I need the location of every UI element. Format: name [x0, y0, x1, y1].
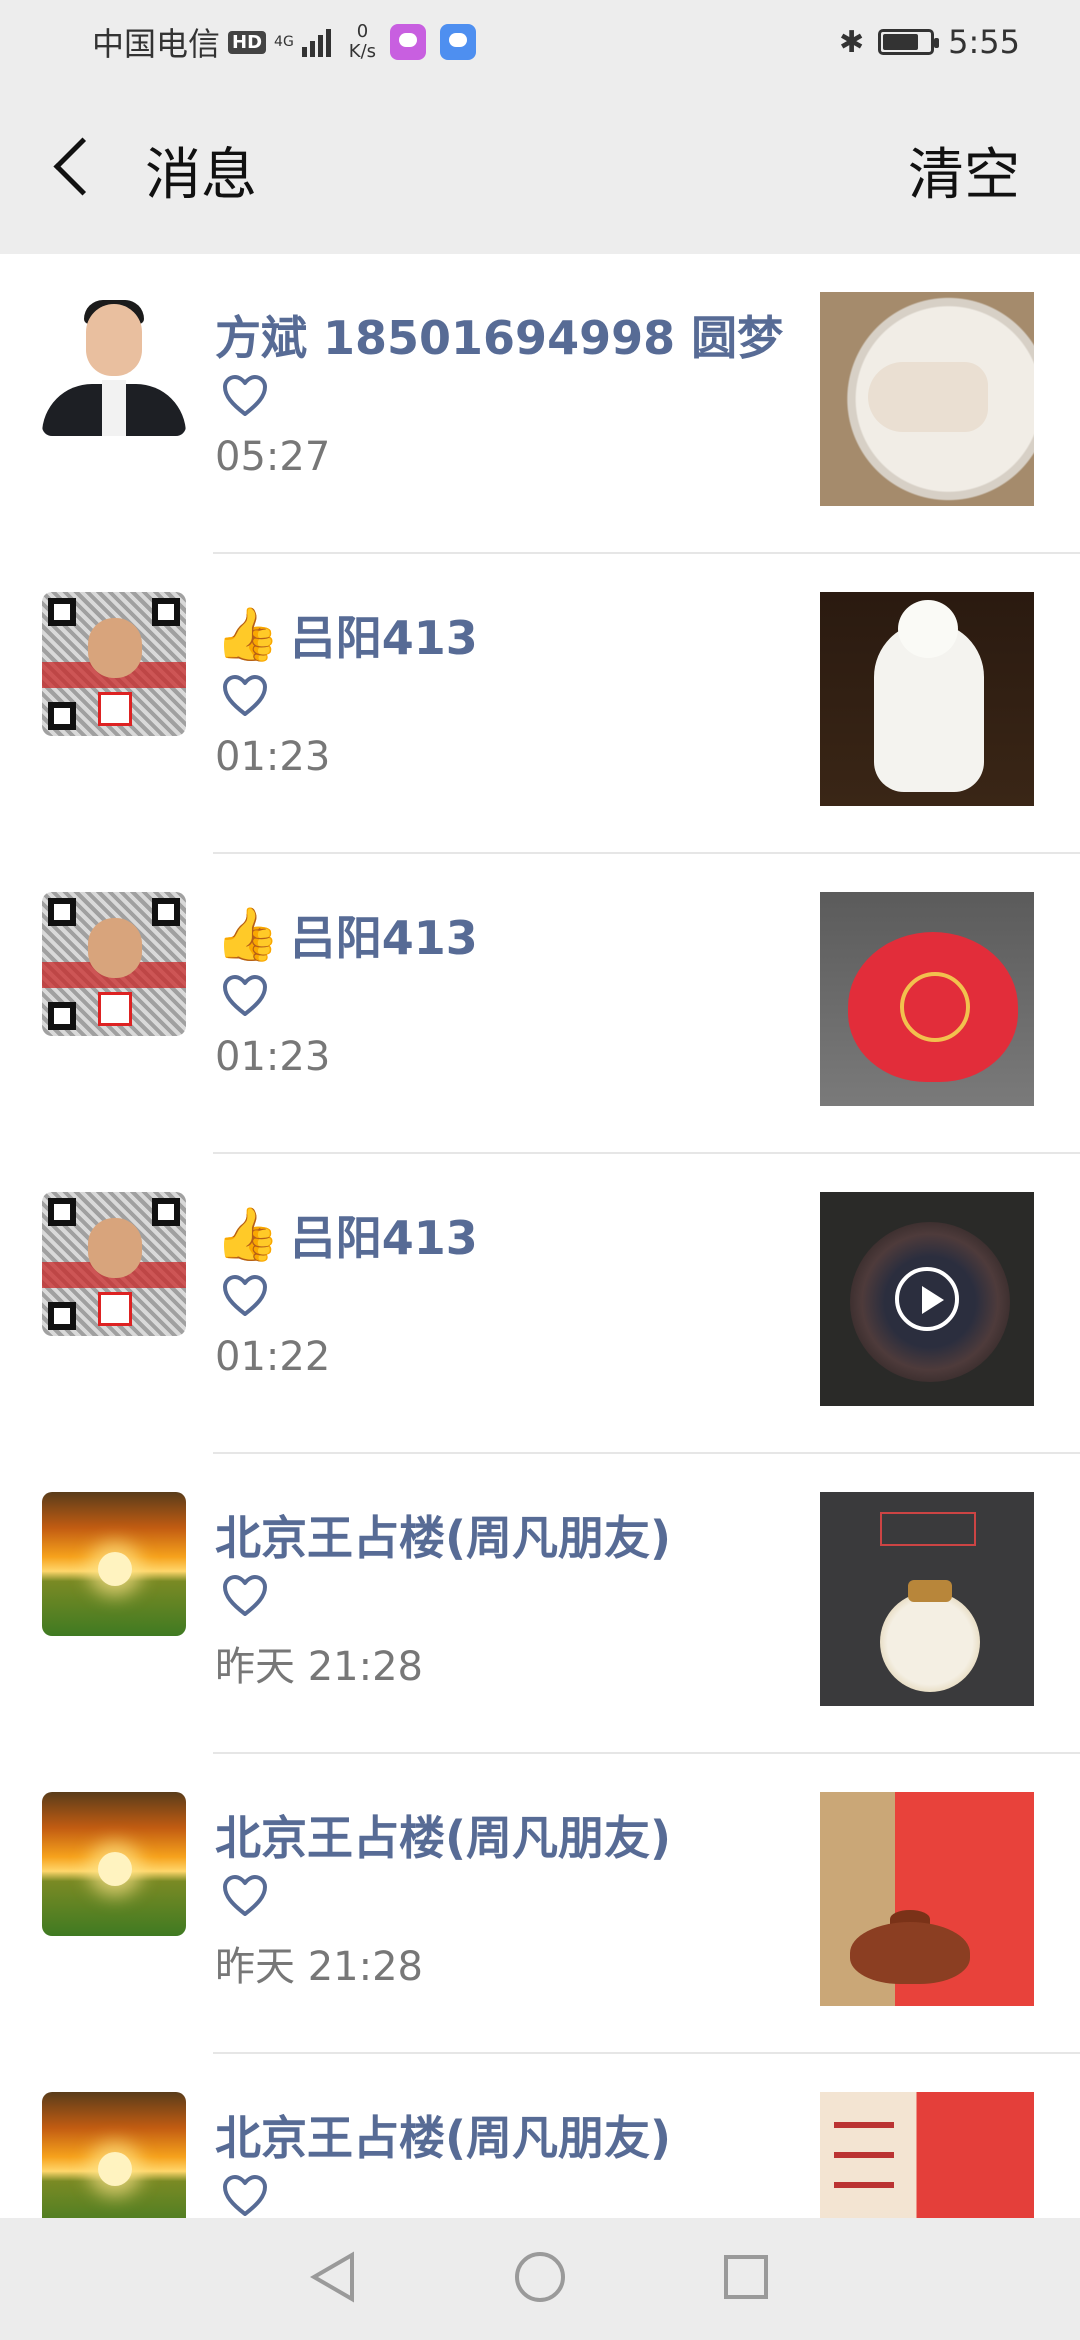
status-right: ✱ 5:55: [839, 23, 1020, 61]
carrier-label: 中国电信: [92, 25, 221, 63]
red-tea-cup-thumbnail[interactable]: [820, 892, 1034, 1106]
triangle-back-icon: [310, 2251, 354, 2303]
message-time: 05:27: [215, 434, 331, 480]
circle-home-icon: [515, 2252, 565, 2302]
heart-outline-icon: [222, 1574, 268, 1618]
hd-badge: HD: [228, 30, 267, 54]
back-button[interactable]: [44, 134, 104, 204]
message-row[interactable]: 👍 吕阳413 01:23: [0, 554, 1080, 854]
page-title: 消息: [145, 143, 257, 208]
message-row[interactable]: 👍 吕阳413 01:22: [0, 1154, 1080, 1454]
message-time: 01:23: [215, 1034, 331, 1080]
message-time: 昨天 21:28: [215, 1644, 423, 1690]
heart-outline-icon: [222, 1874, 268, 1918]
message-row[interactable]: 方斌 18501694998 圆梦 05:27: [0, 254, 1080, 554]
sunset-avatar[interactable]: [42, 1492, 186, 1636]
message-list: 方斌 18501694998 圆梦 05:27 👍 吕阳413 01:23 👍 吕阳413 0…: [0, 254, 1080, 2340]
dark-glaze-bowl-video-thumbnail[interactable]: [820, 1192, 1034, 1406]
system-back-button[interactable]: [306, 2249, 362, 2309]
system-navigation-bar: [0, 2218, 1080, 2340]
message-time: 01:22: [215, 1334, 331, 1380]
sender-name[interactable]: 北京王占楼(周凡朋友): [215, 2102, 671, 2168]
app-notification-icon: [390, 24, 427, 60]
message-row[interactable]: 👍 吕阳413 01:23: [0, 854, 1080, 1154]
qr-code-avatar[interactable]: [42, 592, 186, 736]
nav-header: 消息 清空: [0, 84, 1080, 254]
sender-line: 北京王占楼(周凡朋友): [215, 1802, 671, 1868]
status-bar: 中国电信 HD 4G 0 K/s ✱ 5:55: [0, 0, 1080, 84]
sender-line: 👍 吕阳413: [215, 602, 478, 668]
message-time: 昨天 21:28: [215, 1944, 423, 1990]
sender-line: 方斌 18501694998 圆梦: [215, 302, 783, 368]
qr-code-avatar[interactable]: [42, 892, 186, 1036]
message-time: 01:23: [215, 734, 331, 780]
heart-outline-icon: [222, 674, 268, 718]
sender-line: 北京王占楼(周凡朋友): [215, 2102, 671, 2168]
porcelain-plate-cat-thumbnail[interactable]: [820, 292, 1034, 506]
battery-icon: [878, 29, 940, 55]
white-buddha-statue-thumbnail[interactable]: [820, 592, 1034, 806]
heart-outline-icon: [222, 1274, 268, 1318]
sender-name[interactable]: 吕阳413: [290, 902, 478, 968]
bluetooth-icon: ✱: [839, 24, 865, 60]
message-row[interactable]: 北京王占楼(周凡朋友) 昨天 21:28: [0, 1454, 1080, 1754]
qr-code-avatar[interactable]: [42, 1192, 186, 1336]
sender-name[interactable]: 吕阳413: [290, 602, 478, 668]
person-avatar[interactable]: [42, 292, 186, 436]
thumbs-up-icon: 👍: [215, 605, 280, 665]
sender-name[interactable]: 吕阳413: [290, 1202, 478, 1268]
enamel-jar-thumbnail[interactable]: [820, 1492, 1034, 1706]
sender-line: 👍 吕阳413: [215, 1202, 478, 1268]
sunset-avatar[interactable]: [42, 1792, 186, 1936]
heart-outline-icon: [222, 974, 268, 1018]
square-recent-icon: [724, 2255, 768, 2299]
heart-outline-icon: [222, 2174, 268, 2218]
clock: 5:55: [948, 23, 1020, 61]
sender-name[interactable]: 方斌 18501694998 圆梦: [215, 302, 783, 368]
app-notification-icon: [440, 24, 477, 60]
network-speed: 0 K/s: [348, 21, 377, 62]
clear-button[interactable]: 清空: [908, 130, 1020, 211]
sender-name[interactable]: 北京王占楼(周凡朋友): [215, 1802, 671, 1868]
sunset-avatar[interactable]: [42, 2092, 186, 2236]
thumbs-up-icon: 👍: [215, 905, 280, 965]
play-icon: [895, 1267, 959, 1331]
thumbs-up-icon: 👍: [215, 1205, 280, 1265]
system-home-button[interactable]: [512, 2249, 568, 2309]
status-left: 中国电信 HD 4G 0 K/s: [92, 19, 477, 65]
sender-line: 北京王占楼(周凡朋友): [215, 1502, 671, 1568]
sender-line: 👍 吕阳413: [215, 902, 478, 968]
system-recent-button[interactable]: [718, 2249, 774, 2309]
sender-name[interactable]: 北京王占楼(周凡朋友): [215, 1502, 671, 1568]
heart-outline-icon: [222, 374, 268, 418]
network-type: 4G: [274, 34, 294, 50]
clay-teapot-thumbnail[interactable]: [820, 1792, 1034, 2006]
signal-icon: [301, 27, 331, 57]
message-row[interactable]: 北京王占楼(周凡朋友) 昨天 21:28: [0, 1754, 1080, 2054]
